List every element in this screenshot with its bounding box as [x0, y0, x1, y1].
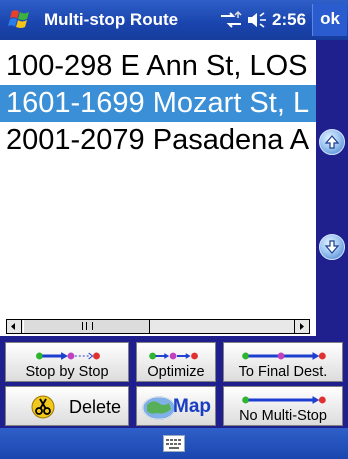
move-down-button[interactable]: [319, 234, 345, 260]
clock-time[interactable]: 2:56: [272, 10, 306, 30]
optimize-icon: [149, 352, 198, 360]
arrow-up-icon: [324, 135, 340, 149]
volume-icon[interactable]: [246, 10, 270, 30]
move-up-button[interactable]: [319, 129, 345, 155]
triangle-right-icon: [300, 323, 304, 330]
triangle-left-icon: [11, 323, 15, 330]
no-multi-stop-button[interactable]: No Multi-Stop: [223, 386, 343, 426]
no-multi-stop-label: No Multi-Stop: [239, 408, 327, 424]
side-scroll-bar: [316, 40, 348, 336]
title-bar: Multi-stop Route 2:56 ok: [0, 0, 348, 40]
horizontal-scrollbar[interactable]: [6, 319, 310, 334]
connectivity-icon[interactable]: [218, 10, 244, 30]
scroll-right-button[interactable]: [294, 320, 309, 333]
ok-button[interactable]: ok: [312, 4, 347, 36]
to-final-dest-label: To Final Dest.: [238, 364, 328, 380]
to-final-dest-icon: [242, 352, 326, 360]
map-button[interactable]: Map: [136, 386, 216, 426]
stop-by-stop-label: Stop by Stop: [25, 364, 109, 380]
action-button-panel: Stop by Stop Optimize To Final Dest. Del…: [0, 336, 348, 428]
route-stop-list[interactable]: 100-298 E Ann St, LOS 1601-1699 Mozart S…: [0, 40, 316, 318]
optimize-label: Optimize: [147, 364, 205, 380]
app-title: Multi-stop Route: [44, 10, 179, 29]
direct-route-icon: [242, 396, 326, 404]
grip-icon: [82, 322, 93, 330]
to-final-dest-button[interactable]: To Final Dest.: [223, 342, 343, 382]
bottom-menu-bar: [0, 428, 348, 459]
optimize-button[interactable]: Optimize: [136, 342, 216, 382]
map-label: Map: [173, 396, 211, 417]
scroll-thumb[interactable]: [23, 320, 150, 333]
arrow-down-icon: [324, 240, 340, 254]
list-item[interactable]: 100-298 E Ann St, LOS: [0, 48, 316, 85]
list-item[interactable]: 2001-2079 Pasadena A: [0, 122, 316, 159]
scroll-left-button[interactable]: [7, 320, 22, 333]
stop-by-stop-icon: [36, 352, 100, 360]
list-item-selected[interactable]: 1601-1699 Mozart St, L: [0, 85, 316, 122]
keyboard-icon[interactable]: [163, 435, 185, 452]
windows-start-icon[interactable]: [6, 7, 34, 33]
delete-button[interactable]: Delete: [5, 386, 129, 426]
stop-by-stop-button[interactable]: Stop by Stop: [5, 342, 129, 382]
